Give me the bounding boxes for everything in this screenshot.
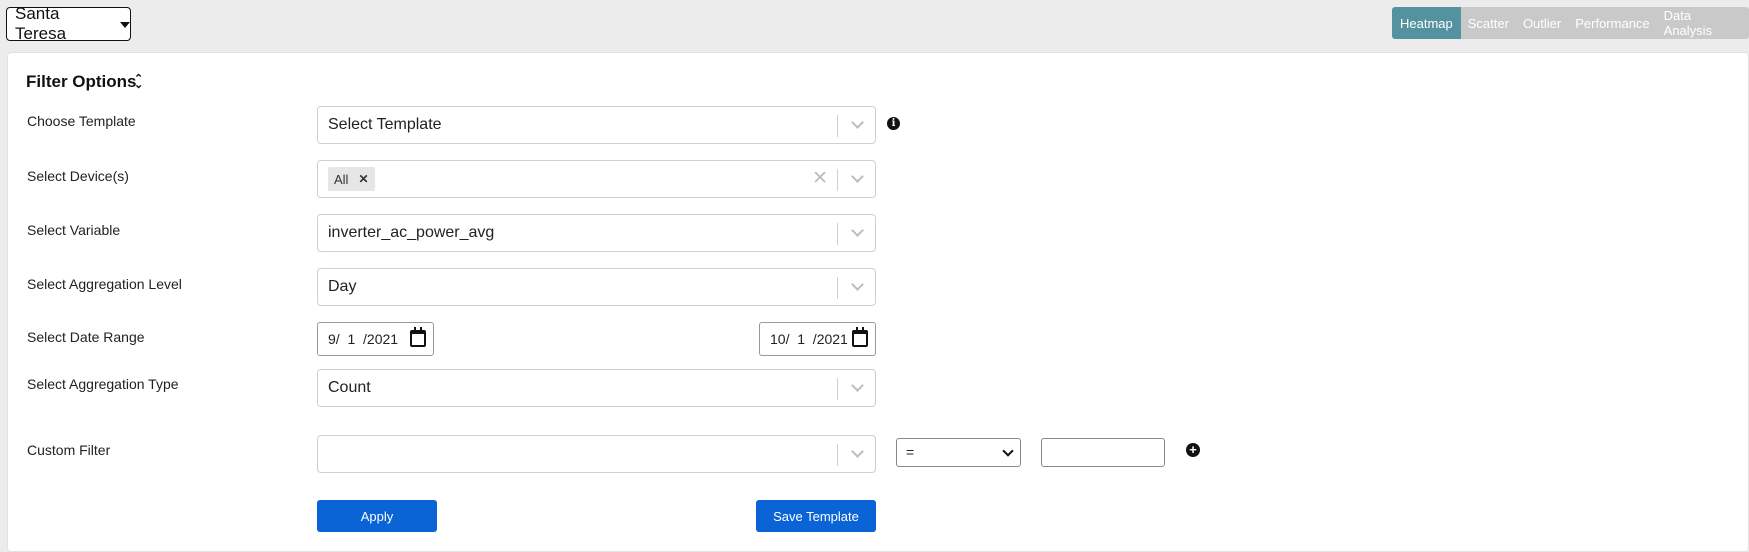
select-separator — [837, 378, 838, 400]
calendar-icon[interactable] — [852, 327, 868, 347]
template-label: Choose Template — [27, 113, 136, 129]
select-separator — [837, 223, 838, 245]
tab-performance[interactable]: Performance — [1568, 7, 1657, 39]
calendar-icon[interactable] — [410, 327, 426, 347]
template-select-value: Select Template — [328, 116, 442, 133]
chevron-down-icon[interactable] — [851, 170, 864, 183]
clear-icon[interactable]: ✕ — [812, 167, 828, 190]
aggregation-type-select[interactable]: Count — [317, 369, 876, 407]
select-separator — [837, 115, 838, 137]
select-separator — [837, 444, 838, 466]
chevron-down-icon[interactable] — [851, 224, 864, 237]
select-separator — [837, 277, 838, 299]
aggregation-level-value: Day — [328, 278, 357, 295]
filter-options-title: Filter Options — [26, 72, 137, 91]
device-chip: All ✕ — [328, 167, 375, 191]
aggregation-type-label: Select Aggregation Type — [27, 376, 179, 392]
tab-data-analysis[interactable]: Data Analysis — [1656, 7, 1749, 39]
chevron-down-icon[interactable] — [851, 116, 864, 129]
apply-button[interactable]: Apply — [317, 500, 437, 532]
save-template-button[interactable]: Save Template — [756, 500, 876, 532]
site-dropdown[interactable]: Santa Teresa — [6, 4, 131, 43]
template-select[interactable]: Select Template — [317, 106, 876, 144]
tab-scatter[interactable]: Scatter — [1460, 7, 1516, 39]
filter-panel — [7, 52, 1749, 552]
filter-value-input[interactable] — [1041, 438, 1165, 467]
select-separator — [837, 169, 838, 191]
aggregation-level-label: Select Aggregation Level — [27, 276, 182, 292]
collapse-icon[interactable]: ⌃ ⌄ — [134, 74, 143, 91]
date-range-label: Select Date Range — [27, 329, 145, 345]
end-date-value: 10/ 1 /2021 — [770, 331, 848, 347]
site-dropdown-label: Santa Teresa — [15, 4, 67, 43]
variable-select[interactable]: inverter_ac_power_avg — [317, 214, 876, 252]
variable-select-value: inverter_ac_power_avg — [328, 224, 495, 241]
add-filter-icon[interactable]: + — [1186, 443, 1200, 457]
chevron-down-icon[interactable] — [851, 278, 864, 291]
aggregation-level-select[interactable]: Day — [317, 268, 876, 306]
caret-down-icon — [120, 22, 130, 28]
variable-label: Select Variable — [27, 222, 121, 238]
device-chip-label: All — [334, 171, 349, 187]
chevron-down-icon[interactable] — [851, 445, 864, 458]
start-date-value: 9/ 1 /2021 — [328, 331, 399, 347]
chevron-down-icon — [1002, 445, 1014, 457]
remove-chip-icon[interactable]: ✕ — [358, 172, 368, 186]
operator-select[interactable]: = — [896, 438, 1021, 467]
view-tabs: Heatmap Scatter Outlier Performance Data… — [1392, 7, 1749, 39]
end-date-input[interactable]: 10/ 1 /2021 — [759, 322, 876, 356]
tab-outlier[interactable]: Outlier — [1515, 7, 1569, 39]
info-icon[interactable]: i — [887, 117, 900, 130]
chevron-down-icon[interactable] — [851, 379, 864, 392]
custom-filter-label: Custom Filter — [27, 442, 111, 458]
aggregation-type-value: Count — [328, 379, 371, 396]
operator-value: = — [906, 444, 915, 460]
devices-select[interactable]: All ✕ ✕ — [317, 160, 876, 198]
start-date-input[interactable]: 9/ 1 /2021 — [317, 322, 434, 356]
custom-filter-field-select[interactable] — [317, 435, 876, 473]
devices-label: Select Device(s) — [27, 168, 129, 184]
tab-heatmap[interactable]: Heatmap — [1392, 7, 1461, 39]
